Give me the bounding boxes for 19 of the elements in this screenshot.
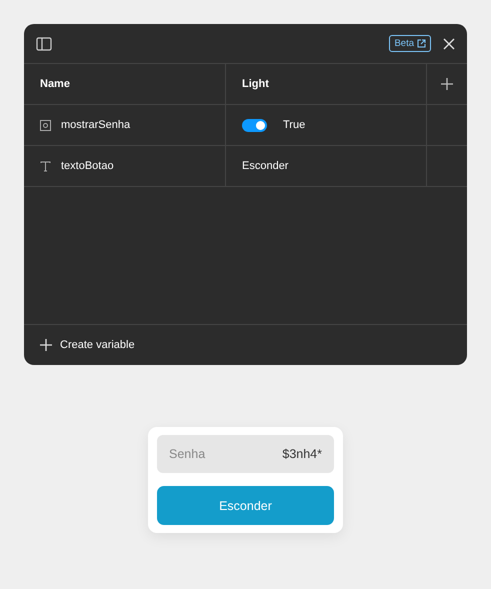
text-icon xyxy=(40,160,51,172)
field-label: Senha xyxy=(169,447,206,461)
column-header: Light xyxy=(242,78,269,90)
beta-badge[interactable]: Beta xyxy=(389,35,431,52)
create-variable-button[interactable]: Create variable xyxy=(40,339,135,351)
variable-name: textoBotao xyxy=(61,160,114,172)
toggle-switch[interactable] xyxy=(242,118,267,132)
field-value: $3nh4* xyxy=(282,447,322,461)
external-link-icon xyxy=(417,39,426,48)
variable-value: True xyxy=(283,119,306,131)
password-field[interactable]: Senha $3nh4* xyxy=(157,435,334,473)
variable-value: Esconder xyxy=(242,160,288,172)
plus-icon xyxy=(40,339,52,351)
close-icon[interactable] xyxy=(443,38,455,50)
variable-name: mostrarSenha xyxy=(61,119,130,131)
column-header: Name xyxy=(40,78,70,90)
sidebar-icon[interactable] xyxy=(36,36,52,50)
boolean-icon xyxy=(40,120,51,130)
add-column-icon[interactable] xyxy=(441,78,453,90)
